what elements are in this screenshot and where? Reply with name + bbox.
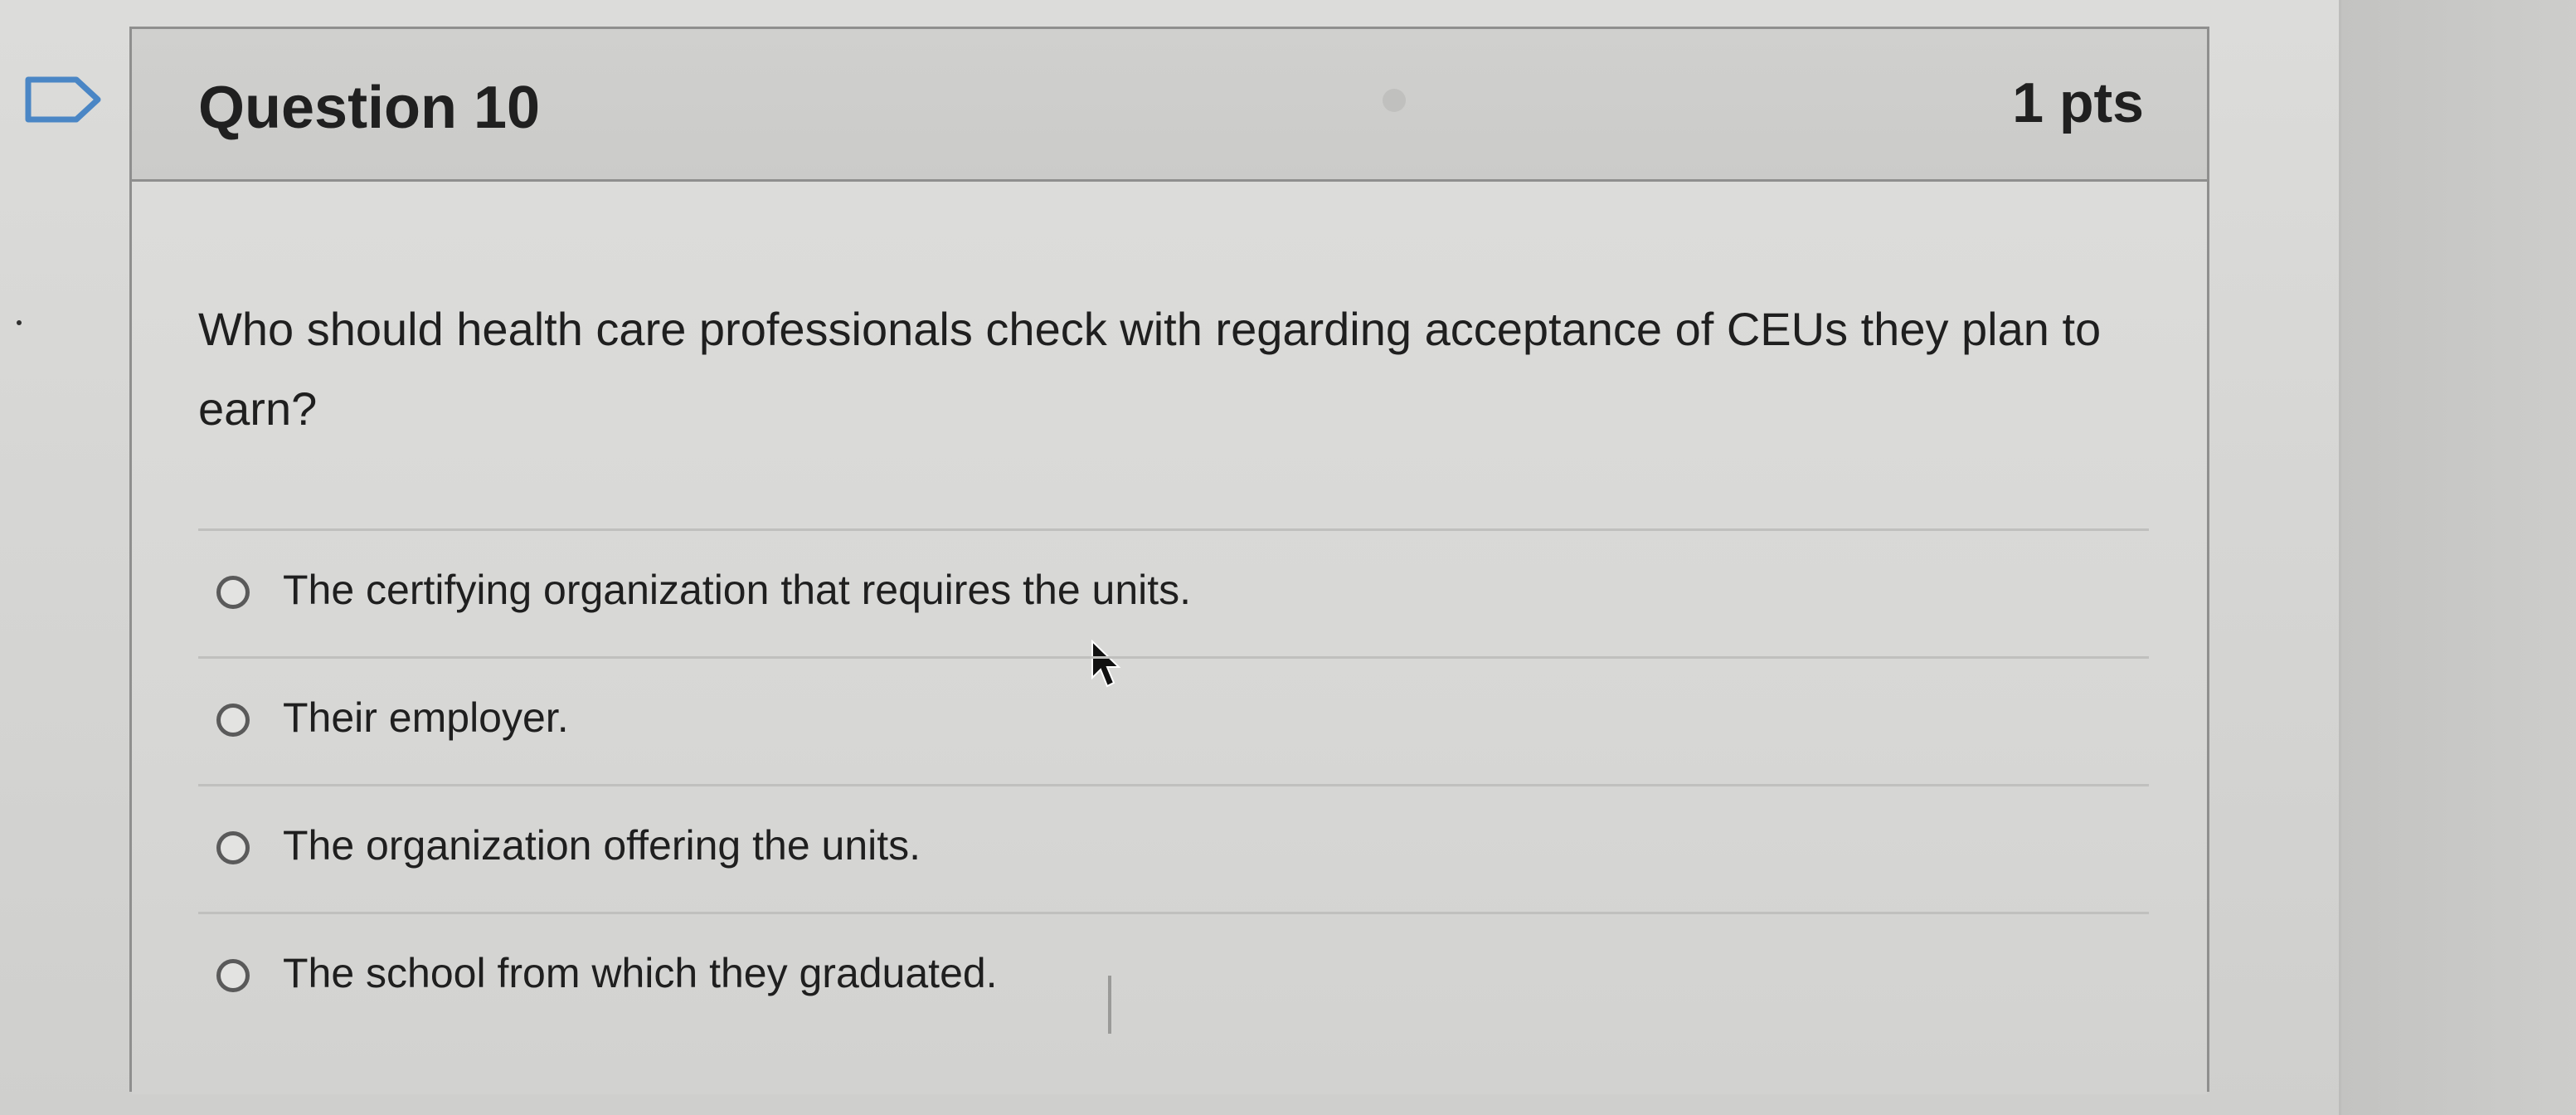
answer-option[interactable]: The certifying organization that require…: [198, 528, 2149, 656]
answer-label[interactable]: The school from which they graduated.: [283, 949, 998, 997]
question-points: 1 pts: [2012, 71, 2144, 134]
screen-dust-dot: [1383, 89, 1406, 112]
text-caret: [1108, 976, 1111, 1034]
answer-option[interactable]: Their employer.: [198, 656, 2149, 784]
screen-dust-dot: [17, 320, 22, 325]
answer-option[interactable]: The school from which they graduated.: [198, 912, 2149, 1040]
answer-label[interactable]: Their employer.: [283, 694, 569, 742]
answer-list: The certifying organization that require…: [198, 528, 2149, 1040]
question-title: Question 10: [198, 75, 541, 141]
right-edge-panel: [2339, 0, 2576, 1115]
radio-button[interactable]: [216, 959, 250, 992]
answer-label[interactable]: The certifying organization that require…: [283, 566, 1191, 614]
question-text: Who should health care professionals che…: [198, 303, 2102, 435]
flag-question-icon[interactable]: [25, 76, 104, 123]
question-card: Question 10 1 pts Who should health care…: [129, 27, 2209, 1094]
quiz-page: Question 10 1 pts Who should health care…: [0, 0, 2339, 1115]
answer-option[interactable]: The organization offering the units.: [198, 784, 2149, 912]
radio-button[interactable]: [216, 576, 250, 609]
question-body: Who should health care professionals che…: [132, 182, 2207, 1094]
question-header: Question 10 1 pts: [132, 29, 2207, 182]
radio-button[interactable]: [216, 831, 250, 864]
radio-button[interactable]: [216, 704, 250, 737]
answer-label[interactable]: The organization offering the units.: [283, 821, 921, 869]
